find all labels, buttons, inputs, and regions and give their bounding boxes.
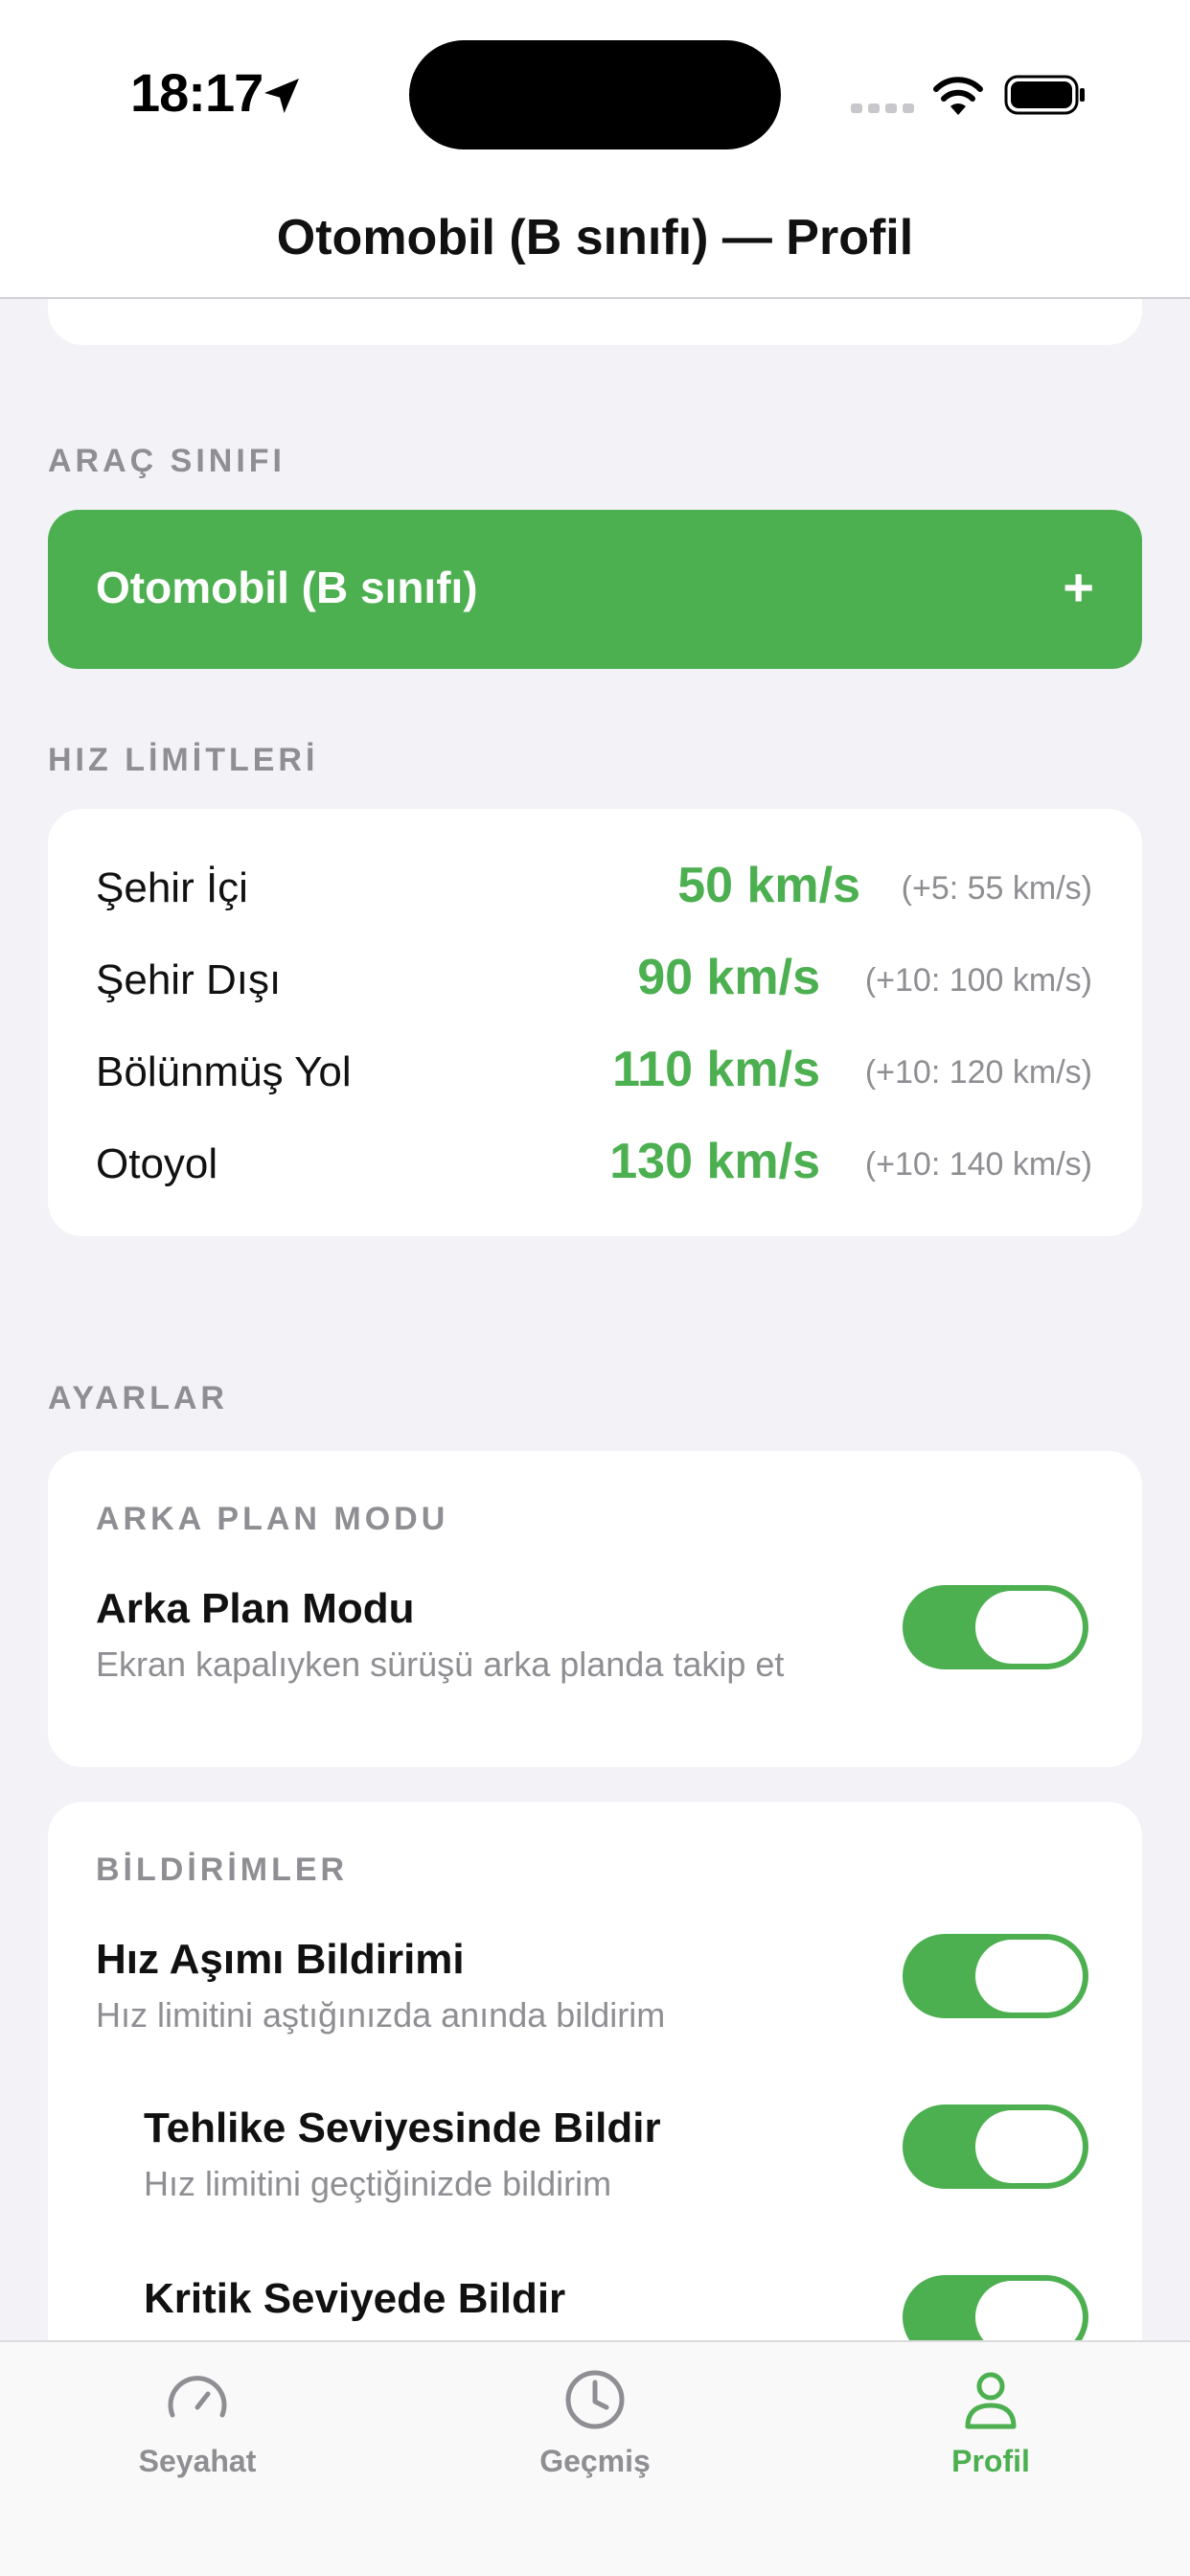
tab-bar: Seyahat Geçmiş Profil — [0, 2340, 1190, 2576]
notifications-card: BİLDİRİMLER Hız Aşımı Bildirimi Hız limi… — [48, 1802, 1142, 2396]
speedometer-icon — [168, 2376, 227, 2418]
person-icon — [965, 2372, 1017, 2429]
location-arrow-icon — [264, 79, 299, 113]
limit-row-city: Şehir İçi 50 km/s (+5: 55 km/s) — [48, 843, 1142, 935]
speeding-notification-toggle[interactable] — [903, 1934, 1088, 2018]
limit-row-highway: Otoyol 130 km/s (+10: 140 km/s) — [48, 1119, 1142, 1211]
tab-gecmis[interactable]: Geçmiş — [499, 2365, 691, 2479]
limit-tolerance: (+10: 100 km/s) — [864, 962, 1092, 999]
background-mode-card: ARKA PLAN MODU Arka Plan Modu Ekran kapa… — [48, 1451, 1142, 1767]
tab-profil[interactable]: Profil — [895, 2365, 1087, 2479]
limit-tolerance: (+10: 140 km/s) — [864, 1146, 1092, 1183]
status-time: 18:17 — [130, 62, 263, 123]
speeding-notification-title: Hız Aşımı Bildirimi — [96, 1936, 465, 1983]
danger-level-toggle[interactable] — [903, 2104, 1088, 2189]
vehicle-class-section-label: ARAÇ SINIFI — [48, 443, 286, 479]
limit-row-rural: Şehir Dışı 90 km/s (+10: 100 km/s) — [48, 935, 1142, 1027]
limit-value: 90 km/s — [637, 950, 820, 1005]
notifications-card-label: BİLDİRİMLER — [96, 1852, 349, 1888]
background-mode-card-label: ARKA PLAN MODU — [96, 1501, 449, 1537]
background-mode-title: Arka Plan Modu — [96, 1585, 415, 1632]
background-mode-toggle[interactable] — [903, 1585, 1088, 1669]
plus-icon: + — [1063, 557, 1094, 617]
danger-level-description: Hız limitini geçtiğinizde bildirim — [144, 2164, 612, 2203]
content-scroll[interactable]: ARAÇ SINIFI Otomobil (B sınıfı) + HIZ Lİ… — [0, 261, 1190, 2396]
limit-name: Bölünmüş Yol — [96, 1048, 352, 1095]
battery-icon — [1004, 75, 1085, 115]
wifi-icon — [933, 77, 983, 115]
limit-tolerance: (+10: 120 km/s) — [864, 1054, 1092, 1091]
limit-name: Şehir İçi — [96, 864, 248, 911]
toggle-knob — [975, 2110, 1083, 2183]
profile-screen: 18:17 Otomobil (B sınıfı) — Profil ARAÇ … — [0, 0, 1190, 2576]
speeding-notification-description: Hız limitini aştığınızda anında bildirim — [96, 1995, 666, 2035]
tab-seyahat[interactable]: Seyahat — [102, 2365, 293, 2479]
speed-limits-card: Şehir İçi 50 km/s (+5: 55 km/s) Şehir Dı… — [48, 809, 1142, 1236]
limit-name: Otoyol — [96, 1140, 218, 1187]
vehicle-class-selector[interactable]: Otomobil (B sınıfı) + — [48, 510, 1142, 669]
toggle-knob — [975, 1940, 1083, 2012]
tab-label: Geçmiş — [539, 2444, 651, 2478]
top-bar: 18:17 Otomobil (B sınıfı) — Profil — [0, 0, 1190, 299]
cellular-signal-icon — [851, 104, 914, 113]
clock-icon — [565, 2370, 625, 2429]
limit-row-divided-road: Bölünmüş Yol 110 km/s (+10: 120 km/s) — [48, 1027, 1142, 1119]
danger-level-title: Tehlike Seviyesinde Bildir — [144, 2104, 661, 2151]
limit-value: 110 km/s — [612, 1042, 820, 1097]
dynamic-island — [409, 40, 781, 150]
toggle-knob — [975, 1591, 1083, 1664]
critical-level-title: Kritik Seviyede Bildir — [144, 2275, 566, 2322]
page-title: Otomobil (B sınıfı) — Profil — [276, 210, 914, 265]
tab-label: Seyahat — [138, 2444, 257, 2478]
background-mode-description: Ekran kapalıyken sürüşü arka planda taki… — [96, 1644, 785, 1684]
settings-section-label: AYARLAR — [48, 1380, 228, 1416]
limit-name: Şehir Dışı — [96, 956, 282, 1003]
vehicle-class-label: Otomobil (B sınıfı) — [96, 563, 478, 612]
tab-label: Profil — [951, 2444, 1030, 2478]
speed-limits-section-label: HIZ LİMİTLERİ — [48, 742, 319, 778]
limit-value: 130 km/s — [609, 1134, 820, 1189]
limit-value: 50 km/s — [677, 858, 860, 913]
limit-tolerance: (+5: 55 km/s) — [901, 870, 1092, 907]
